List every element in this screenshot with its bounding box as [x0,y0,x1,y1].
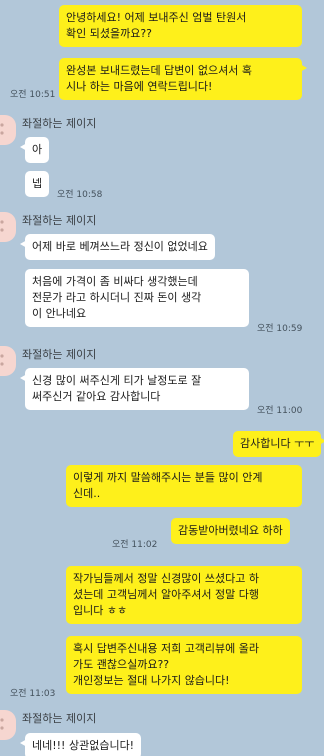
message-bubble-me[interactable]: 안녕하세요! 어제 보내주신 엄벌 탄원서 확인 되셨을까요?? [59,5,302,47]
sender-name: 좌절하는 제이지 [22,712,97,725]
message-bubble-them[interactable]: 처음에 가격이 좀 비싸다 생각했는데 전문가 라고 하시더니 진짜 돈이 생각… [25,269,249,327]
avatar-face-icon [0,123,4,135]
message-time: 오전 10:51 [10,90,56,100]
message-bubble-them[interactable]: 넵 [25,171,50,197]
avatar-face-icon [0,718,4,730]
sender-name: 좌절하는 제이지 [22,117,97,130]
avatar-face-icon [0,354,4,366]
message-bubble-them[interactable]: 어제 바로 베껴쓰느라 정신이 없었네요 [20,234,215,260]
message-bubble-me[interactable]: 감동받아버렸네요 하하 [171,518,290,544]
message-time: 오전 10:58 [57,190,103,200]
message-bubble-me[interactable]: 혹시 답변주신내용 저희 고객리뷰에 올라 가도 괜찮으실까요?? 개인정보는 … [66,636,302,694]
chat-area: 안녕하세요! 어제 보내주신 엄벌 탄원서 확인 되셨을까요?? 완성본 보내드… [0,0,324,756]
message-time: 오전 11:00 [257,406,303,416]
message-time: 오전 11:02 [112,540,158,550]
contact-avatar[interactable] [0,212,16,242]
message-bubble-me[interactable]: 완성본 보내드렸는데 답변이 없으셔서 혹 시나 하는 마음에 연락드립니다! [59,58,307,100]
avatar-face-icon [0,220,4,232]
message-bubble-me[interactable]: 이렇게 까지 말씀해주시는 분들 많이 안계 신데.. [66,465,302,507]
contact-avatar[interactable] [0,346,16,376]
message-bubble-them[interactable]: 아 [19,137,50,163]
sender-name: 좌절하는 제이지 [22,348,97,361]
contact-avatar[interactable] [0,710,16,740]
message-bubble-me[interactable]: 감사합니다 ㅜㅜ [233,431,324,457]
sender-name: 좌절하는 제이지 [22,214,97,227]
contact-avatar[interactable] [0,115,16,145]
message-bubble-them[interactable]: 네네!!! 상관없습니다! [19,733,142,756]
message-bubble-them[interactable]: 신경 많이 써주신게 티가 날정도로 잘 써주신거 같아요 감사합니다 [20,368,249,410]
message-time: 오전 11:03 [10,689,56,699]
message-time: 오전 10:59 [257,324,303,334]
message-bubble-me[interactable]: 작가님들께서 정말 신경많이 쓰셨다고 하 셨는데 고객님께서 알아주셔서 정말… [66,566,302,624]
